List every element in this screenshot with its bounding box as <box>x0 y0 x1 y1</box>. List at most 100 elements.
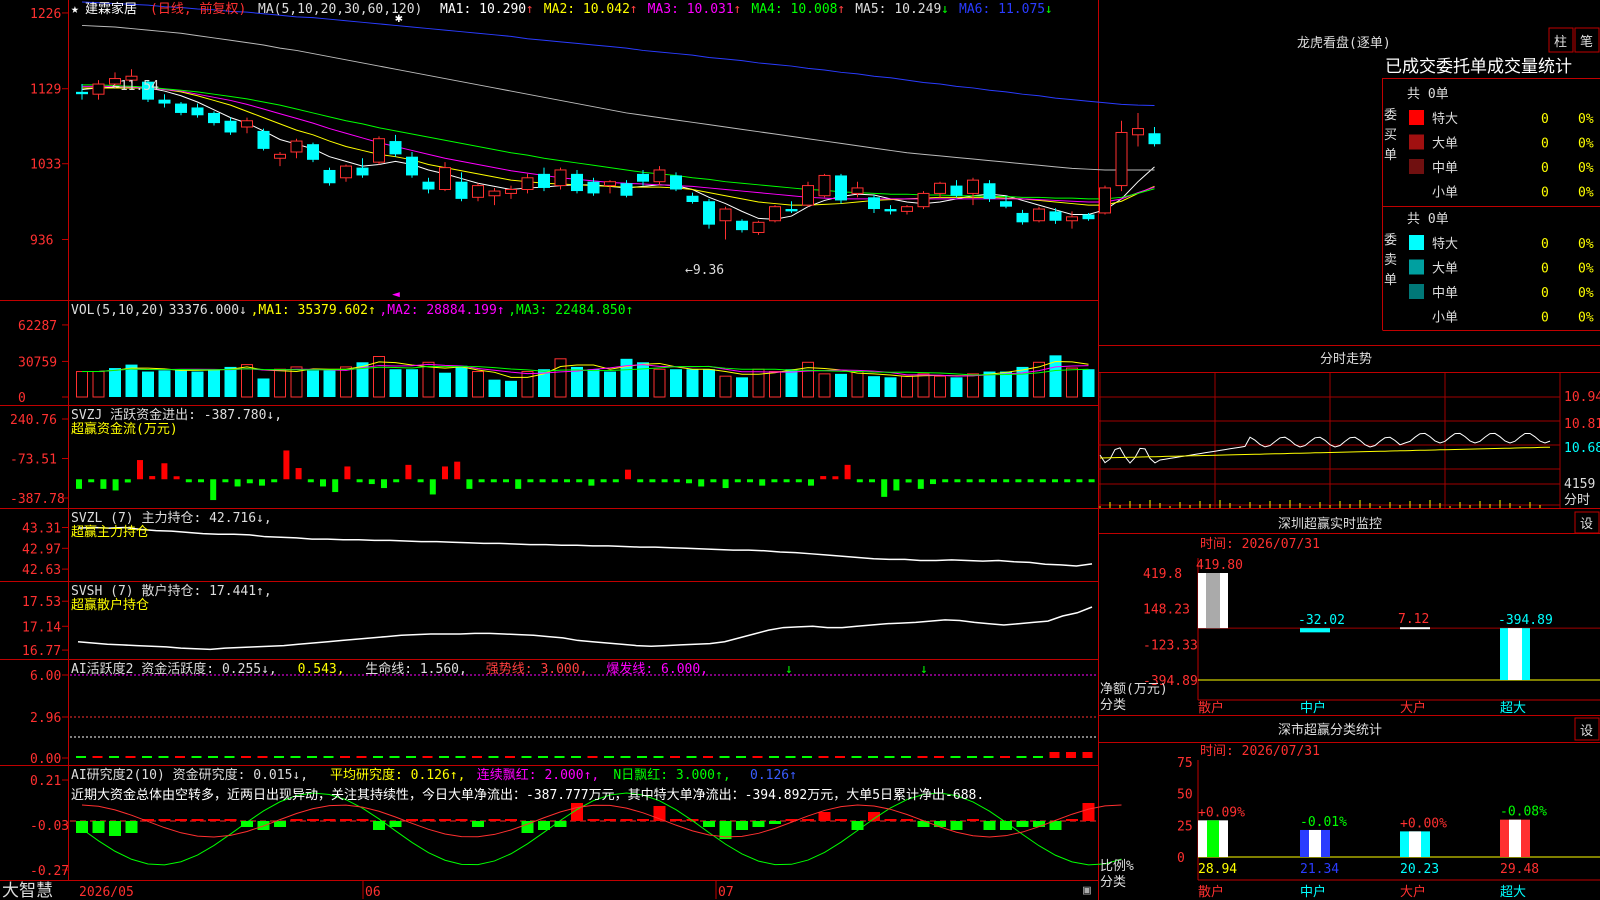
volume-bar <box>142 371 154 397</box>
monitor-value-label: -394.89 <box>1498 613 1553 628</box>
ma-legend-arrow: ↑ <box>733 2 741 17</box>
y-tick-label: 16.77 <box>22 644 61 659</box>
aires-bar <box>340 819 352 821</box>
sell-row-name: 大单 <box>1432 262 1458 277</box>
svzj-bar <box>515 479 522 489</box>
buy-row-name: 中单 <box>1432 161 1458 176</box>
classify-category: 中户 <box>1300 884 1326 900</box>
volume-bar <box>455 365 468 397</box>
monitor-bar-rect <box>1300 628 1330 633</box>
aires-bar <box>884 819 897 821</box>
volume-bar <box>76 371 88 398</box>
buy-row-qty: 0 <box>1541 137 1549 152</box>
buy-color-swatch <box>1409 110 1424 125</box>
aiact-bar <box>604 756 614 758</box>
svzj-bar <box>429 479 436 495</box>
svzj-bar <box>710 479 717 483</box>
candle-body <box>488 190 501 197</box>
monitor-bar <box>1500 628 1530 680</box>
aires-bar <box>274 821 286 827</box>
aiact-legend-item: 0.543, <box>298 662 345 677</box>
volume-bar <box>703 369 715 397</box>
y-tick-label: 17.14 <box>22 620 61 635</box>
candle-body <box>802 185 814 206</box>
sell-label-char: 单 <box>1384 273 1397 288</box>
aiact-bar <box>983 756 994 758</box>
classify-bar-shade <box>1207 820 1219 857</box>
svzj-line1: SVZJ 活跃资金进出: -387.780↓, <box>71 407 282 423</box>
svzj-bar <box>954 479 961 483</box>
aiact-bar <box>686 756 697 758</box>
sell-label-char: 卖 <box>1384 253 1397 268</box>
volume-bar <box>1066 367 1078 398</box>
volume-bar <box>868 376 880 397</box>
aiact-bar <box>917 756 928 758</box>
sell-color-swatch <box>1409 259 1424 275</box>
volume-bar <box>785 369 798 397</box>
chart-stage: 122611291033936 ★ 建霖家居 (日线, 前复权) MA(5,10… <box>0 0 1600 900</box>
volume-bar <box>158 370 171 397</box>
aiact-bar <box>521 756 532 758</box>
monitor-y-tick: 419.8 <box>1143 567 1182 582</box>
stock-name[interactable]: 建霖家居 <box>85 1 137 17</box>
candle-body <box>901 206 913 212</box>
candle-body <box>835 175 847 201</box>
aires-bar <box>637 819 649 821</box>
classify-bar-shade <box>1409 831 1421 857</box>
buy-row-pct: 0% <box>1578 112 1594 127</box>
monitor-bar <box>1400 627 1430 630</box>
y-tick-label: 0.21 <box>30 774 61 789</box>
dragon-title: 龙虎看盘(逐单) <box>1297 35 1391 51</box>
buy-row-qty: 0 <box>1541 112 1549 127</box>
aiact-legend-item: 强势线: 3.000, <box>486 661 588 677</box>
classify-change-label: +0.09% <box>1198 805 1245 820</box>
aiact-bar <box>109 756 119 758</box>
candle-body <box>719 208 732 222</box>
svzj-bar <box>856 479 863 483</box>
ma-legend-arrow: ↑ <box>630 2 638 17</box>
aiact-bar <box>1082 752 1093 758</box>
volume-bar <box>1016 366 1029 397</box>
svzj-bar <box>832 476 839 480</box>
sell-row-pct: 0% <box>1578 237 1594 252</box>
svzj-bar <box>942 479 949 483</box>
svzj-bar <box>100 479 107 489</box>
aiact-bar <box>1033 756 1043 758</box>
aires-bar <box>604 819 616 821</box>
aiact-bar <box>670 756 680 758</box>
candle-body <box>1066 216 1078 222</box>
svzj-bar <box>698 479 705 487</box>
volume-bar <box>901 375 913 398</box>
lock-icon[interactable]: ▣ <box>1083 883 1091 898</box>
candle-body <box>769 206 781 222</box>
candle-body <box>323 169 336 184</box>
volume-bar <box>917 373 930 398</box>
svzj-bar <box>393 479 400 483</box>
commentary-text: 近期大资金总体由空转多，近两日出现异动，关注其持续性，今日大单净流出：-387.… <box>71 787 984 803</box>
aires-bar <box>290 819 303 821</box>
aiact-bar <box>1049 752 1060 758</box>
candle-body <box>439 167 451 190</box>
candle-body <box>1099 187 1111 214</box>
volume-bar <box>224 366 237 397</box>
candle-body <box>934 182 946 194</box>
fenshi-right-label: 10.68 <box>1564 441 1600 456</box>
marker-icon: ✱ <box>395 11 403 26</box>
aires-bar <box>950 821 963 830</box>
aires-bar <box>323 819 336 821</box>
aiact-bar <box>323 756 334 758</box>
aires-bar <box>505 819 517 821</box>
volume-bar <box>884 377 897 397</box>
aires-legend: AI研究度2(10) 资金研究度: 0.015↓, 平均研究度: 0.126↑, 连… <box>71 767 797 783</box>
svzl-line1: SVZL (7) 主力持仓: 42.716↓, <box>71 511 272 526</box>
svzj-bar <box>966 479 973 483</box>
svzj-bar <box>210 479 217 501</box>
buy-row-pct: 0% <box>1578 161 1594 176</box>
y-tick-label: 42.97 <box>22 542 61 557</box>
svzj-bar <box>673 479 680 483</box>
fenshi-title: 分时走势 <box>1320 351 1372 367</box>
volume-bar <box>472 371 484 398</box>
aiact-bar <box>356 756 367 758</box>
candle-body <box>158 99 171 104</box>
aiact-bar <box>785 756 796 758</box>
